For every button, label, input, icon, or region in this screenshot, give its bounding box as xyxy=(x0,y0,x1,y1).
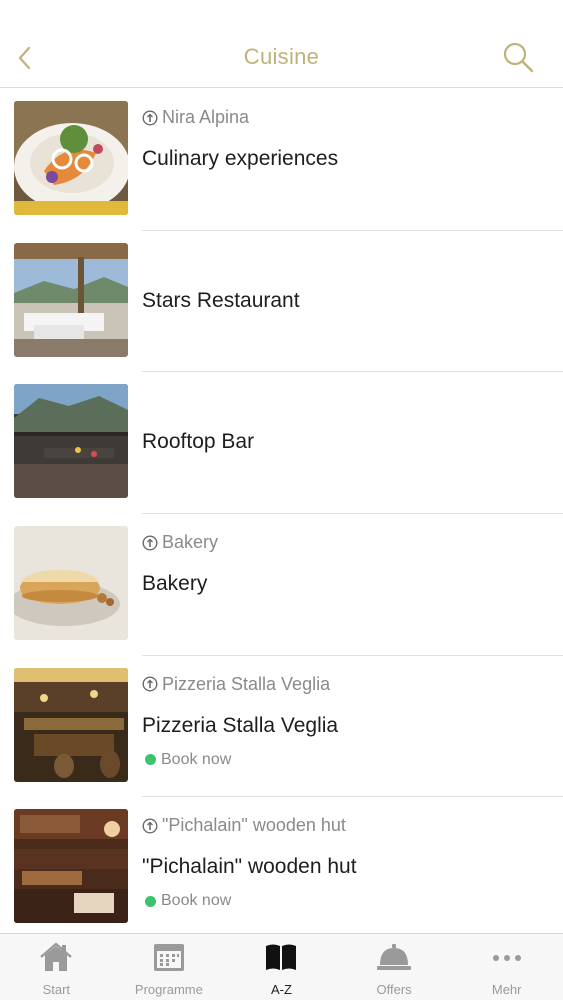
home-icon xyxy=(40,942,73,971)
item-category-label: Nira Alpina xyxy=(162,107,250,127)
wooden-hut-thumbnail xyxy=(14,809,128,924)
book-now-link[interactable]: Book now xyxy=(145,751,231,769)
item-category: "Pichalain" wooden hut xyxy=(142,815,346,836)
book-icon xyxy=(266,944,297,970)
dish-thumbnail xyxy=(14,101,128,215)
tab-a-z[interactable]: A-Z xyxy=(225,934,338,1000)
info-circle-icon xyxy=(142,535,158,551)
restaurant-thumbnail xyxy=(14,242,128,357)
info-circle-icon xyxy=(142,676,158,692)
search-icon[interactable] xyxy=(501,40,537,76)
book-now-label: Book now xyxy=(161,892,232,910)
tab-programme[interactable]: Programme xyxy=(113,934,226,1000)
bakery-thumbnail xyxy=(14,526,128,641)
item-title: Rooftop Bar xyxy=(142,430,255,454)
info-circle-icon xyxy=(142,109,158,126)
bar-thumbnail xyxy=(14,384,128,499)
page-title: Cuisine xyxy=(243,44,320,69)
availability-dot-icon xyxy=(145,754,156,766)
tab-label: Programme xyxy=(134,982,203,997)
calendar-icon xyxy=(153,944,184,971)
tab-label: Mehr xyxy=(491,982,522,997)
item-category: Pizzeria Stalla Veglia xyxy=(142,674,330,695)
list-item[interactable]: Pizzeria Stalla Veglia Pizzeria Stalla V… xyxy=(0,656,563,798)
list-item[interactable]: Nira Alpina Culinary experiences xyxy=(0,89,563,231)
pizzeria-thumbnail xyxy=(14,667,128,782)
book-now-link[interactable]: Book now xyxy=(145,892,231,910)
tab-mehr[interactable]: Mehr xyxy=(450,934,563,1000)
nav-header: Cuisine xyxy=(0,0,563,88)
item-title: Bakery xyxy=(142,572,208,596)
item-category-label: Pizzeria Stalla Veglia xyxy=(162,673,331,694)
list-item[interactable]: "Pichalain" wooden hut "Pichalain" woode… xyxy=(0,797,563,939)
item-title: "Pichalain" wooden hut xyxy=(142,855,357,879)
tab-start[interactable]: Start xyxy=(0,934,113,1000)
item-category: Nira Alpina xyxy=(142,107,249,128)
list-item[interactable]: Bakery Bakery xyxy=(0,514,563,656)
item-title: Pizzeria Stalla Veglia xyxy=(142,713,339,737)
item-title: Stars Restaurant xyxy=(142,288,300,312)
cuisine-list: Nira Alpina Culinary experiences Stars R… xyxy=(0,89,563,939)
item-category-label: "Pichalain" wooden hut xyxy=(162,815,346,836)
tab-label: Start xyxy=(42,982,71,997)
list-item[interactable]: Stars Restaurant xyxy=(0,231,563,373)
item-category: Bakery xyxy=(142,532,218,553)
service-bell-icon xyxy=(377,944,412,970)
item-title: Culinary experiences xyxy=(142,147,339,170)
tab-label: A-Z xyxy=(271,982,292,997)
tab-offers[interactable]: Offers xyxy=(338,934,451,1000)
item-category-label: Bakery xyxy=(162,532,219,553)
list-item[interactable]: Rooftop Bar xyxy=(0,372,563,515)
more-icon xyxy=(492,955,521,961)
tab-label: Offers xyxy=(376,982,412,997)
book-now-label: Book now xyxy=(161,750,232,768)
info-circle-icon xyxy=(142,818,158,834)
bottom-tab-bar: Start Programme A-Z Offers Mehr xyxy=(0,933,563,1000)
availability-dot-icon xyxy=(145,895,156,907)
